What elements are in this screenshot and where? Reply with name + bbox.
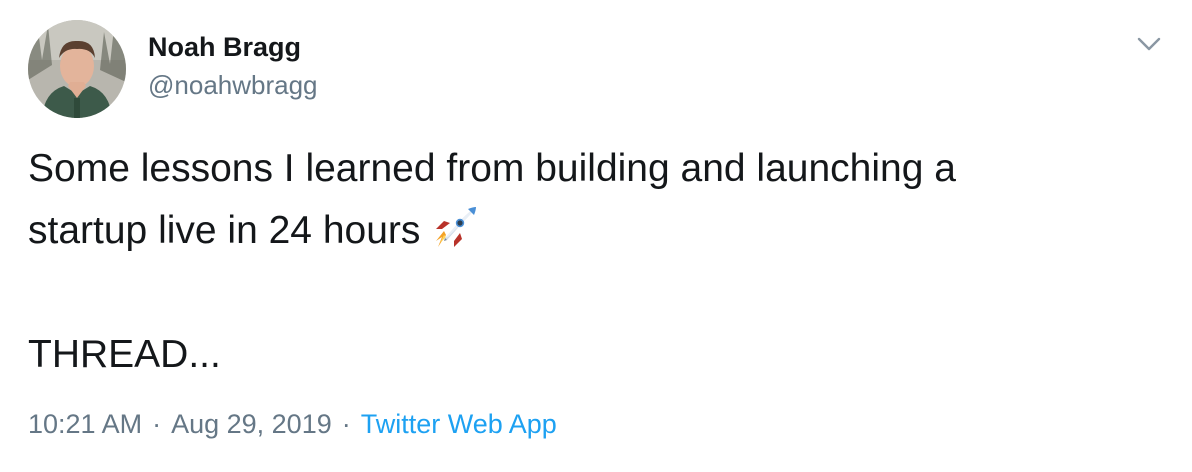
tweet-line-with-emoji: startup live in 24 hours: [28, 200, 1168, 262]
tweet-line: startup live in 24 hours: [28, 209, 421, 252]
chevron-down-icon[interactable]: [1136, 34, 1162, 54]
tweet-time[interactable]: 10:21 AM: [28, 409, 142, 439]
meta-separator: ·: [341, 409, 351, 439]
tweet-date[interactable]: Aug 29, 2019: [171, 409, 332, 439]
tweet-meta: 10:21 AM · Aug 29, 2019 · Twitter Web App: [28, 406, 557, 442]
profile-photo-icon: [28, 20, 126, 118]
rocket-icon: [432, 205, 478, 251]
tweet-card: Noah Bragg @noahwbragg Some lessons I le…: [0, 0, 1192, 472]
user-handle[interactable]: @noahwbragg: [148, 68, 318, 102]
display-name[interactable]: Noah Bragg: [148, 30, 318, 64]
tweet-line: THREAD...: [28, 333, 221, 376]
author-block: Noah Bragg @noahwbragg: [148, 30, 318, 102]
avatar[interactable]: [28, 20, 126, 118]
tweet-text: Some lessons I learned from building and…: [28, 138, 1168, 386]
tweet-source-link[interactable]: Twitter Web App: [361, 409, 557, 439]
tweet-line: Some lessons I learned from building and…: [28, 147, 956, 190]
meta-separator: ·: [152, 409, 162, 439]
